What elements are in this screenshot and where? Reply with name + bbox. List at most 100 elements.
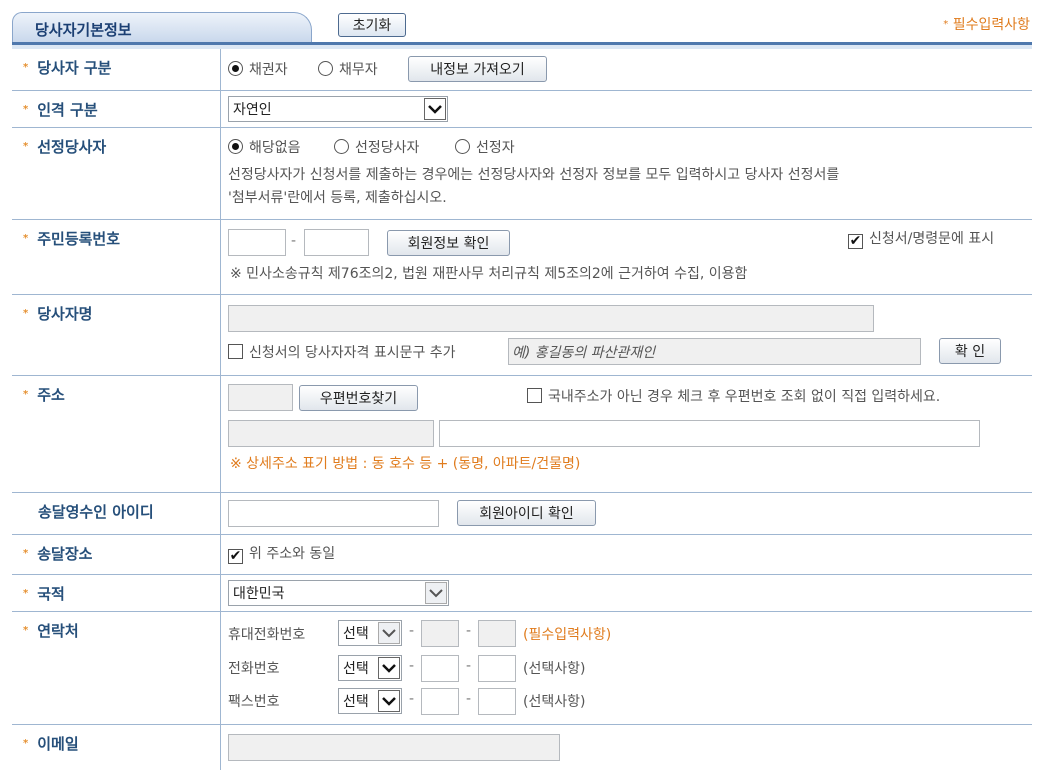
personality-select[interactable]: 자연인 (228, 96, 448, 122)
phone-middle-input[interactable] (421, 655, 459, 682)
personality-selected: 자연인 (233, 102, 272, 118)
address-hint: ※ 상세주소 표기 방법 : 동 호수 등 + (동명, 아파트/건물명) (230, 456, 581, 472)
radio-designated-party-label: 선정당사자 (355, 140, 420, 156)
resident-no-second-input[interactable] (304, 229, 369, 256)
party-name-label-text: 당사자명 (37, 305, 93, 323)
dash: - (291, 233, 297, 249)
radio-on-icon[interactable] (228, 61, 243, 76)
row-personality: * 인격 구분 자연인 (12, 91, 1032, 128)
verify-member-button[interactable]: 회원정보 확인 (387, 230, 510, 256)
mobile-label: 휴대전화번호 (228, 627, 306, 643)
party-type-label-text: 당사자 구분 (37, 59, 112, 77)
dash: - (466, 658, 472, 674)
checkbox-icon[interactable] (228, 344, 243, 359)
confirm-button[interactable]: 확 인 (939, 338, 1001, 364)
import-my-info-button[interactable]: 내정보 가져오기 (408, 56, 547, 82)
resident-no-first-input[interactable] (228, 229, 286, 256)
same-address-checkbox[interactable]: ✔ 위 주소와 동일 (228, 543, 335, 564)
resident-no-value: - 회원정보 확인 ✔ 신청서/명령문에 표시 ※ 민사소송규칙 제76조의2, … (228, 220, 1032, 294)
personality-value: 자연인 (228, 91, 1032, 127)
mobile-middle-input[interactable] (421, 620, 459, 647)
row-delivery-place: * 송달장소 ✔ 위 주소와 동일 (12, 535, 1032, 575)
chevron-down-icon[interactable] (425, 582, 447, 604)
qualification-input[interactable]: 예) 홍길동의 파산관재인 (508, 338, 921, 365)
party-type-value: 채권자 채무자 내정보 가져오기 (228, 49, 1032, 90)
radio-none[interactable]: 해당없음 (228, 137, 301, 157)
designated-label-text: 선정당사자 (37, 138, 107, 156)
radio-creditor[interactable]: 채권자 (228, 59, 288, 79)
reset-button[interactable]: 초기화 (338, 13, 406, 37)
zip-search-button[interactable]: 우편번호찾기 (299, 385, 418, 411)
personality-label: * 인격 구분 (12, 91, 221, 127)
nationality-label: * 국적 (12, 575, 221, 611)
dash: - (409, 623, 415, 639)
address-value: 우편번호찾기 국내주소가 아닌 경우 체크 후 우편번호 조회 없이 직접 입력… (228, 376, 1032, 492)
mobile-last-input[interactable] (478, 620, 516, 647)
radio-off-icon[interactable] (455, 139, 470, 154)
phone-label: 전화번호 (228, 661, 280, 677)
foreign-address-checkbox[interactable]: 국내주소가 아닌 경우 체크 후 우편번호 조회 없이 직접 입력하세요. (527, 386, 940, 406)
radio-on-icon[interactable] (228, 139, 243, 154)
party-name-input[interactable] (228, 305, 874, 332)
radio-designated-party[interactable]: 선정당사자 (334, 137, 419, 157)
mobile-prefix-select[interactable]: 선택 (338, 620, 402, 646)
checkmark-icon[interactable]: ✔ (228, 549, 243, 564)
email-input[interactable] (228, 734, 560, 761)
fax-prefix-select[interactable]: 선택 (338, 688, 402, 714)
chevron-down-icon[interactable] (378, 622, 400, 644)
nationality-select[interactable]: 대한민국 (228, 580, 449, 606)
radio-off-icon[interactable] (318, 61, 333, 76)
required-note: * 필수입력사항 (943, 14, 1030, 34)
phone-prefix-selected: 선택 (343, 661, 369, 677)
required-star-icon: * (23, 389, 29, 400)
fax-optional-note: (선택사항) (523, 694, 586, 710)
zip-input[interactable] (228, 384, 293, 411)
chevron-down-icon[interactable] (378, 657, 400, 679)
checkmark-icon[interactable]: ✔ (848, 234, 863, 249)
chevron-down-icon[interactable] (378, 690, 400, 712)
phone-last-input[interactable] (478, 655, 516, 682)
address-label-text: 주소 (37, 386, 65, 404)
party-type-label: * 당사자 구분 (12, 49, 221, 90)
qualification-checkbox[interactable]: 신청서의 당사자자격 표시문구 추가 (228, 342, 456, 362)
delivery-receiver-value: 회원아이디 확인 (228, 493, 1032, 534)
required-star-icon: * (23, 548, 29, 559)
address-detail-input[interactable] (439, 420, 980, 447)
phone-prefix-select[interactable]: 선택 (338, 655, 402, 681)
designated-label: * 선정당사자 (12, 128, 221, 219)
radio-debtor[interactable]: 채무자 (318, 59, 378, 79)
nationality-value: 대한민국 (228, 575, 1032, 611)
delivery-receiver-label: 송달영수인 아이디 (12, 493, 221, 534)
radio-none-label: 해당없음 (249, 140, 301, 156)
same-address-label: 위 주소와 동일 (249, 546, 336, 562)
checkbox-icon[interactable] (527, 388, 542, 403)
required-star-icon: * (23, 233, 29, 244)
designated-value: 해당없음 선정당사자 선정자 선정당사자가 신청서를 제출하는 경우에는 선정당… (228, 128, 1032, 219)
delivery-place-label-text: 송달장소 (37, 545, 93, 563)
phone-optional-note: (선택사항) (523, 661, 586, 677)
radio-off-icon[interactable] (334, 139, 349, 154)
delivery-place-value: ✔ 위 주소와 동일 (228, 535, 1032, 574)
radio-designator[interactable]: 선정자 (455, 137, 515, 157)
designated-note-1: 선정당사자가 신청서를 제출하는 경우에는 선정당사자와 선정자 정보를 모두 … (228, 167, 840, 183)
required-star-icon: * (23, 308, 29, 319)
fax-middle-input[interactable] (421, 688, 459, 715)
qualification-label: 신청서의 당사자자격 표시문구 추가 (249, 345, 456, 361)
display-on-form-checkbox[interactable]: ✔ 신청서/명령문에 표시 (848, 228, 994, 249)
email-value (228, 725, 1032, 770)
fax-label: 팩스번호 (228, 694, 280, 710)
chevron-down-icon[interactable] (424, 98, 446, 120)
delivery-receiver-input[interactable] (228, 500, 439, 527)
delivery-place-label: * 송달장소 (12, 535, 221, 574)
contact-label-text: 연락처 (37, 622, 79, 640)
required-star-icon: * (23, 141, 29, 152)
radio-debtor-label: 채무자 (339, 62, 378, 78)
row-address: * 주소 우편번호찾기 국내주소가 아닌 경우 체크 후 우편번호 조회 없이 직… (12, 376, 1032, 493)
address-main-input[interactable] (228, 420, 434, 447)
fax-last-input[interactable] (478, 688, 516, 715)
designated-note-2: '첨부서류'란에서 등록, 제출하십시오. (228, 190, 447, 206)
verify-member-id-button[interactable]: 회원아이디 확인 (457, 500, 596, 526)
dash: - (466, 691, 472, 707)
row-delivery-receiver: 송달영수인 아이디 회원아이디 확인 (12, 493, 1032, 535)
dash: - (466, 623, 472, 639)
